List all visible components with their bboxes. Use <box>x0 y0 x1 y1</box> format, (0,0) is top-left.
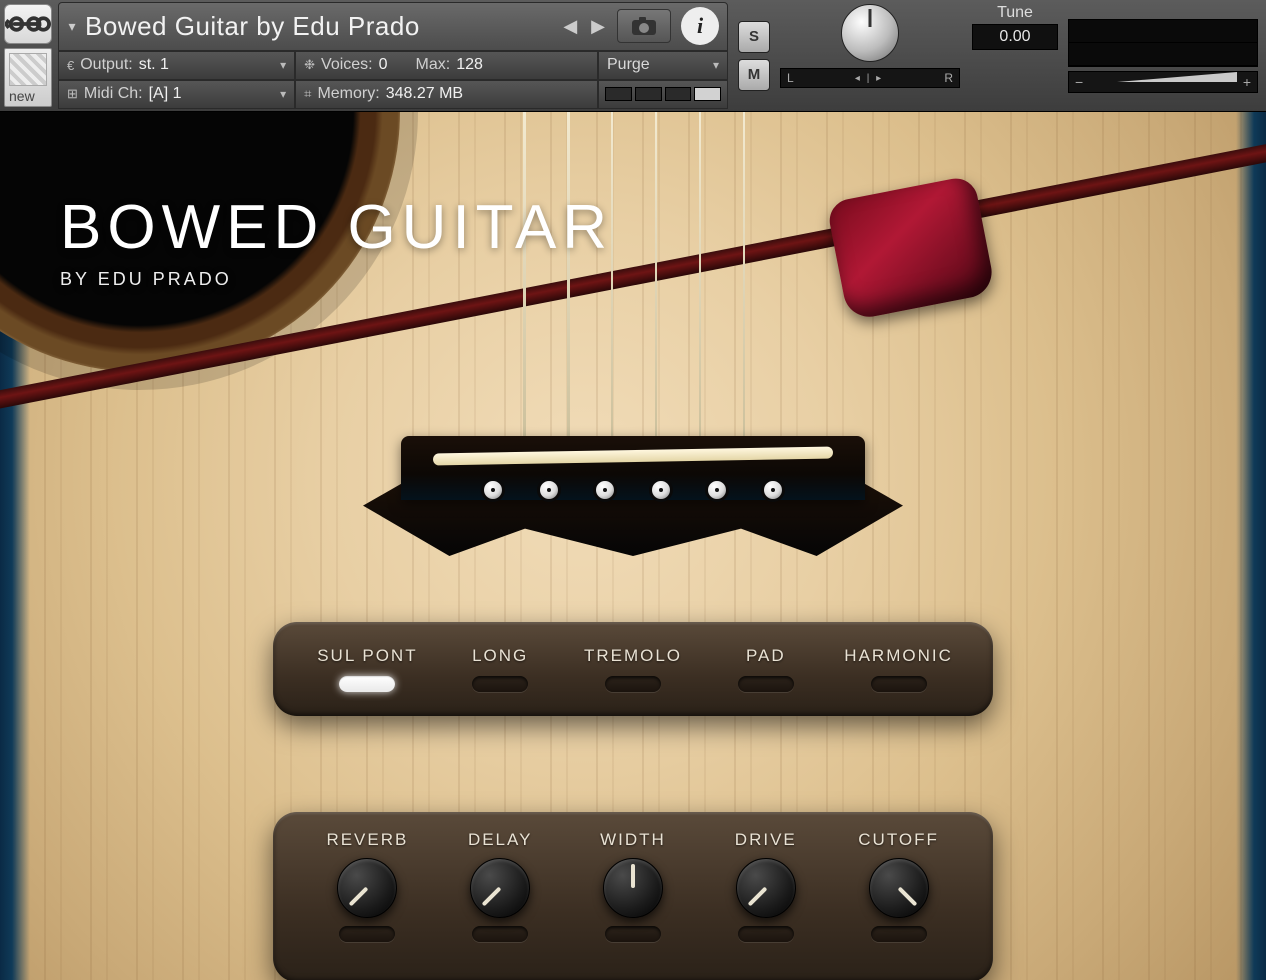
midi-channel-selector[interactable]: ⊞ Midi Ch: [A] 1 ▾ <box>58 80 295 109</box>
memory-label: Memory: <box>317 85 379 103</box>
voices-icon: ❉ <box>304 57 315 73</box>
hero-subtitle: BY EDU PRADO <box>60 269 613 290</box>
voices-value: 0 <box>379 56 388 74</box>
chevron-down-icon: ▾ <box>713 58 719 72</box>
articulation-indicator <box>339 676 395 692</box>
fx-label: DRIVE <box>735 830 797 850</box>
midi-label: Midi Ch: <box>84 85 143 103</box>
articulation-indicator <box>738 676 794 692</box>
bow-frog <box>826 175 996 321</box>
voices-readout: ❉ Voices: 0 Max: 128 <box>295 51 598 80</box>
fx-label: CUTOFF <box>858 830 939 850</box>
articulation-label: LONG <box>472 646 528 666</box>
articulation-label: HARMONIC <box>844 646 953 666</box>
articulation-indicator <box>472 676 528 692</box>
instrument-title: Bowed Guitar by Edu Prado <box>85 11 551 42</box>
fx-width: WIDTH <box>567 830 700 942</box>
articulation-indicator <box>605 676 661 692</box>
info-button[interactable]: i <box>681 7 719 45</box>
guitar-bridge <box>363 436 903 556</box>
fx-label: WIDTH <box>600 830 666 850</box>
wrench-button[interactable] <box>4 4 52 44</box>
fx-indicator <box>605 926 661 942</box>
fx-indicator <box>738 926 794 942</box>
midi-icon: ⊞ <box>67 86 78 102</box>
output-label: Output: <box>80 56 132 74</box>
output-level-meter <box>1068 19 1258 67</box>
articulation-harmonic[interactable]: HARMONIC <box>832 646 965 692</box>
fx-knob-cutoff[interactable] <box>869 858 929 918</box>
fx-panel: REVERB DELAY WIDTH DRIVE CUTOFF <box>273 812 993 980</box>
articulation-sul-pont[interactable]: SUL PONT <box>301 646 434 692</box>
hero-title: BOWED GUITAR <box>60 192 613 263</box>
guitar-edge-right <box>1236 112 1266 980</box>
memory-meter <box>598 80 728 109</box>
fx-drive: DRIVE <box>699 830 832 942</box>
articulation-indicator <box>871 676 927 692</box>
articulation-tremolo[interactable]: TREMOLO <box>567 646 700 692</box>
fx-delay: DELAY <box>434 830 567 942</box>
solo-button[interactable]: S <box>738 21 770 53</box>
camera-icon <box>631 16 657 36</box>
fx-knob-width[interactable] <box>603 858 663 918</box>
volume-minus-label: − <box>1069 74 1089 90</box>
hero-title-block: BOWED GUITAR BY EDU PRADO <box>60 192 613 290</box>
wrench-icon <box>5 11 51 37</box>
tune-label: Tune <box>997 4 1033 22</box>
fx-indicator <box>339 926 395 942</box>
instrument-thumbnail[interactable]: new <box>4 48 52 107</box>
output-selector[interactable]: € Output: st. 1 ▾ <box>58 51 295 80</box>
chevron-down-icon: ▾ <box>280 58 286 72</box>
fx-cutoff: CUTOFF <box>832 830 965 942</box>
title-dropdown-icon[interactable]: ▾ <box>59 18 85 35</box>
articulation-label: PAD <box>746 646 786 666</box>
fx-knob-drive[interactable] <box>736 858 796 918</box>
memory-icon: ⌗ <box>304 86 311 102</box>
fx-indicator <box>871 926 927 942</box>
fx-knob-reverb[interactable] <box>337 858 397 918</box>
memory-readout: ⌗ Memory: 348.27 MB <box>295 80 598 109</box>
snapshot-button[interactable] <box>617 9 671 43</box>
volume-plus-label: + <box>1237 74 1257 90</box>
midi-value: [A] 1 <box>149 85 182 103</box>
mute-button[interactable]: M <box>738 59 770 91</box>
purge-menu[interactable]: Purge ▾ <box>598 51 728 80</box>
articulation-panel: SUL PONT LONG TREMOLO PAD HARMONIC <box>273 622 993 716</box>
pan-slider[interactable]: L ◂ | ▸ R <box>780 68 960 88</box>
instrument-ui: BOWED GUITAR BY EDU PRADO SUL PONT LONG TR… <box>0 112 1266 980</box>
max-voices-label: Max: <box>416 56 451 74</box>
chevron-down-icon: ▾ <box>280 87 286 101</box>
volume-slider[interactable]: − + <box>1068 71 1258 93</box>
voices-label: Voices: <box>321 56 373 74</box>
tune-knob[interactable] <box>841 4 899 62</box>
kontakt-header: new ▾ Bowed Guitar by Edu Prado ◀ ▶ i € <box>0 0 1266 112</box>
prev-preset-button[interactable]: ◀ <box>563 16 577 37</box>
output-value: st. 1 <box>139 56 169 74</box>
pan-center-icon: ◂ | ▸ <box>855 73 883 84</box>
fx-knob-delay[interactable] <box>470 858 530 918</box>
memory-value: 348.27 MB <box>386 85 463 103</box>
pan-right-label: R <box>944 71 953 85</box>
fx-indicator <box>472 926 528 942</box>
fx-label: REVERB <box>326 830 408 850</box>
output-icon: € <box>67 58 74 73</box>
max-voices-value[interactable]: 128 <box>456 56 483 74</box>
articulation-long[interactable]: LONG <box>434 646 567 692</box>
purge-label: Purge <box>607 56 650 74</box>
articulation-pad[interactable]: PAD <box>699 646 832 692</box>
pan-left-label: L <box>787 71 794 85</box>
articulation-label: SUL PONT <box>317 646 417 666</box>
thumbnail-label: new <box>9 88 35 104</box>
next-preset-button[interactable]: ▶ <box>591 16 605 37</box>
articulation-label: TREMOLO <box>584 646 682 666</box>
fx-label: DELAY <box>468 830 533 850</box>
fx-reverb: REVERB <box>301 830 434 942</box>
tune-value[interactable]: 0.00 <box>972 24 1058 50</box>
